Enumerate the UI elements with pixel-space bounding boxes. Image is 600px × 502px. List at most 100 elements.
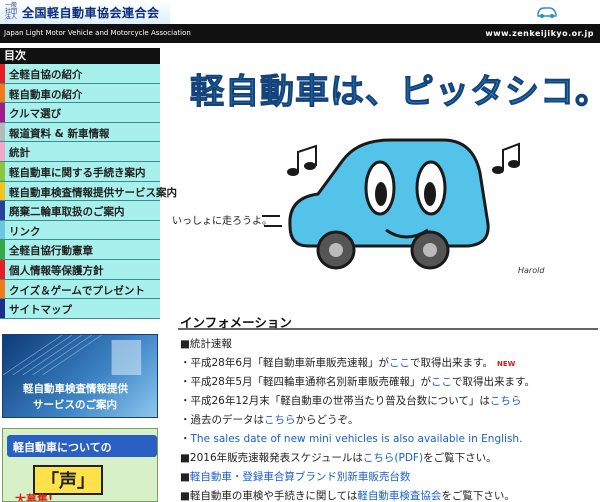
info-line: ・過去のデータはこちらからどうぞ。: [180, 412, 359, 427]
information-section: インフォメーション ■統計速報 ・平成28年6月「軽自動車新車販売速報」がここで取…: [178, 312, 598, 502]
bullet: ・: [180, 433, 191, 445]
sidebar-item-label: リンク: [9, 225, 41, 238]
sidebar-item-label: 廃棄二輪車取扱のご案内: [9, 206, 125, 219]
bullet: ■: [180, 452, 190, 464]
sidebar-item[interactable]: 軽自動車検査情報提供サービス案内: [0, 181, 177, 202]
corp-label: 一般社団法人: [4, 2, 17, 21]
info-link[interactable]: The sales date of new mini vehicles is a…: [191, 433, 523, 445]
info-text: 平成28年5月「軽四輪車通称名別新車販売確報」が: [190, 376, 432, 388]
info-link[interactable]: ここ: [389, 357, 410, 369]
sidebar-item[interactable]: 全軽自協の紹介: [0, 64, 160, 84]
info-text: 平成26年12月末「軽自動車の世帯当たり普及台数について」は: [190, 395, 490, 407]
sidebar-item-label: クルマ選び: [9, 108, 62, 121]
sidebar-item[interactable]: 個人情報等保護方針: [0, 259, 160, 280]
menu-title: 目次: [0, 48, 160, 64]
sidebar-item[interactable]: 統計: [0, 142, 160, 162]
sidebar-item-color-bar: [0, 181, 5, 201]
sidebar-menu: 全軽自協の紹介 軽自動車の紹介 クルマ選び報道資料 & 新車情報 統計軽自動車に関する…: [0, 64, 177, 319]
sidebar-item-color-bar: [0, 220, 5, 240]
bullet: ・: [180, 395, 191, 407]
sidebar-item-label: 全軽自協の紹介: [9, 69, 83, 81]
sidebar-item[interactable]: 軽自動車の紹介: [0, 83, 160, 104]
sidebar-item-label: 軽自動車に関する手続き案内: [9, 166, 146, 179]
info-line: ・The sales date of new mini vehicles is …: [180, 431, 522, 446]
info-text: で取得出来ます。: [452, 376, 535, 388]
info-link[interactable]: ここ: [431, 376, 452, 388]
sidebar-item[interactable]: 全軽自協行動憲章: [0, 240, 160, 260]
info-text: 統計速報: [189, 338, 232, 350]
sidebar-item-label: 全軽自協行動憲章: [9, 245, 93, 258]
info-line: ■軽自動車・登録車合算ブランド別新車販売台数: [180, 469, 410, 484]
sidebar-item-label: 軽自動車検査情報提供サービス案内: [9, 186, 177, 199]
sidebar-item-label: 統計: [9, 147, 30, 160]
info-link[interactable]: こちら: [490, 395, 522, 407]
inspection-service-banner[interactable]: 軽自動車検査情報提供 サービスのご案内: [2, 334, 158, 418]
info-text: 2016年販売速報発表スケジュールは: [189, 452, 363, 464]
sidebar-item[interactable]: 報道資料 & 新車情報: [0, 122, 160, 143]
info-line: ・平成28年5月「軽四輪車通称名別新車販売確報」がここで取得出来ます。: [180, 374, 535, 389]
voice-banner[interactable]: 軽自動車についての 「声」 大募集!: [2, 428, 158, 502]
info-text: からどうぞ。: [295, 414, 359, 426]
bullet: ■: [180, 490, 190, 502]
site-title: 全国軽自動車協会連合会: [22, 6, 160, 20]
bullet: ・: [180, 414, 191, 426]
bullet: ■: [180, 471, 190, 483]
info-text: をご覧下さい。: [441, 490, 515, 502]
info-link[interactable]: こちら(PDF): [363, 452, 423, 464]
bullet: ・: [180, 376, 191, 388]
info-text: 過去のデータは: [190, 414, 265, 426]
info-line: ■統計速報: [180, 336, 232, 351]
sidebar-item-label: 報道資料 & 新車情報: [9, 127, 110, 140]
sidebar-item-color-bar: [0, 83, 5, 103]
site-header: 一般社団法人 全国軽自動車協会連合会 Japan Light Motor Veh…: [0, 0, 600, 43]
sidebar-item[interactable]: 軽自動車に関する手続き案内: [0, 161, 160, 182]
sidebar-item-color-bar: [0, 142, 5, 161]
sidebar-item[interactable]: リンク: [0, 220, 160, 241]
header-band: Japan Light Motor Vehicle and Motorcycle…: [0, 24, 600, 43]
sidebar-item[interactable]: 廃棄二輪車取扱のご案内: [0, 201, 160, 221]
info-line: ・平成26年12月末「軽自動車の世帯当たり普及台数について」はこちら: [180, 393, 521, 408]
banner1-line1: 軽自動車検査情報提供: [23, 383, 128, 395]
sidebar-item[interactable]: サイトマップ: [0, 299, 160, 319]
sidebar-item-color-bar: [0, 240, 5, 259]
sidebar-item-color-bar: [0, 299, 5, 318]
sidebar-item[interactable]: クイズ＆ゲームでプレゼント: [0, 279, 160, 300]
sidebar-item-label: クイズ＆ゲームでプレゼント: [9, 284, 145, 297]
sidebar-item-label: サイトマップ: [9, 304, 72, 317]
info-line: ■軽自動車の車検や手続きに関しては軽自動車検査協会をご覧下さい。: [180, 488, 515, 502]
english-name: Japan Light Motor Vehicle and Motorcycle…: [4, 29, 191, 37]
info-heading: インフォメーション: [178, 312, 598, 330]
sidebar-item-color-bar: [0, 161, 5, 181]
info-link[interactable]: こちら: [264, 414, 296, 426]
site-url: www.zenkeijikyo.or.jp: [485, 29, 594, 38]
info-line: ■2016年販売速報発表スケジュールはこちら(PDF)をご覧下さい。: [180, 450, 497, 465]
sidebar-item-color-bar: [0, 103, 5, 122]
sidebar-item-color-bar: [0, 122, 5, 142]
info-text: 軽自動車の車検や手続きに関しては: [189, 490, 358, 502]
sidebar-item-label: 軽自動車の紹介: [9, 88, 83, 101]
bullet: ・: [180, 357, 191, 369]
sidebar-item-color-bar: [0, 279, 5, 299]
car-icon: [537, 7, 557, 18]
info-line: ・平成28年6月「軽自動車新車販売速報」がここで取得出来ます。 NEW: [180, 355, 515, 370]
sidebar: 目次 全軽自協の紹介 軽自動車の紹介 クルマ選び報道資料 & 新車情報 統計軽自動車に…: [0, 48, 177, 319]
banner2-line1: 軽自動車についての: [13, 441, 112, 454]
site-logo[interactable]: 一般社団法人 全国軽自動車協会連合会: [0, 0, 170, 24]
info-text: で取得出来ます。: [410, 357, 493, 369]
new-badge: NEW: [497, 360, 516, 368]
info-text: 平成28年6月「軽自動車新車販売速報」が: [190, 357, 390, 369]
hero-side-text: いっしょに走ろうよ。: [172, 216, 272, 227]
sidebar-item[interactable]: クルマ選び: [0, 103, 160, 123]
info-link[interactable]: 軽自動車検査協会: [357, 490, 441, 502]
bullet: ■: [180, 338, 190, 350]
sidebar-item-color-bar: [0, 64, 5, 83]
sidebar-item-label: 個人情報等保護方針: [9, 264, 104, 277]
hero-signature: Harold: [518, 266, 545, 275]
banner1-line2: サービスのご案内: [33, 399, 117, 411]
banner2-line3: 大募集!: [15, 493, 54, 502]
info-link[interactable]: 軽自動車・登録車合算ブランド別新車販売台数: [190, 471, 411, 483]
hero-illustration: 軽自動車は、ピッタシコ。 いっしょに走ろうよ。 Harold: [168, 48, 600, 310]
info-text: をご覧下さい。: [423, 452, 497, 464]
building-graphic: [3, 335, 142, 375]
sidebar-item-color-bar: [0, 259, 5, 279]
